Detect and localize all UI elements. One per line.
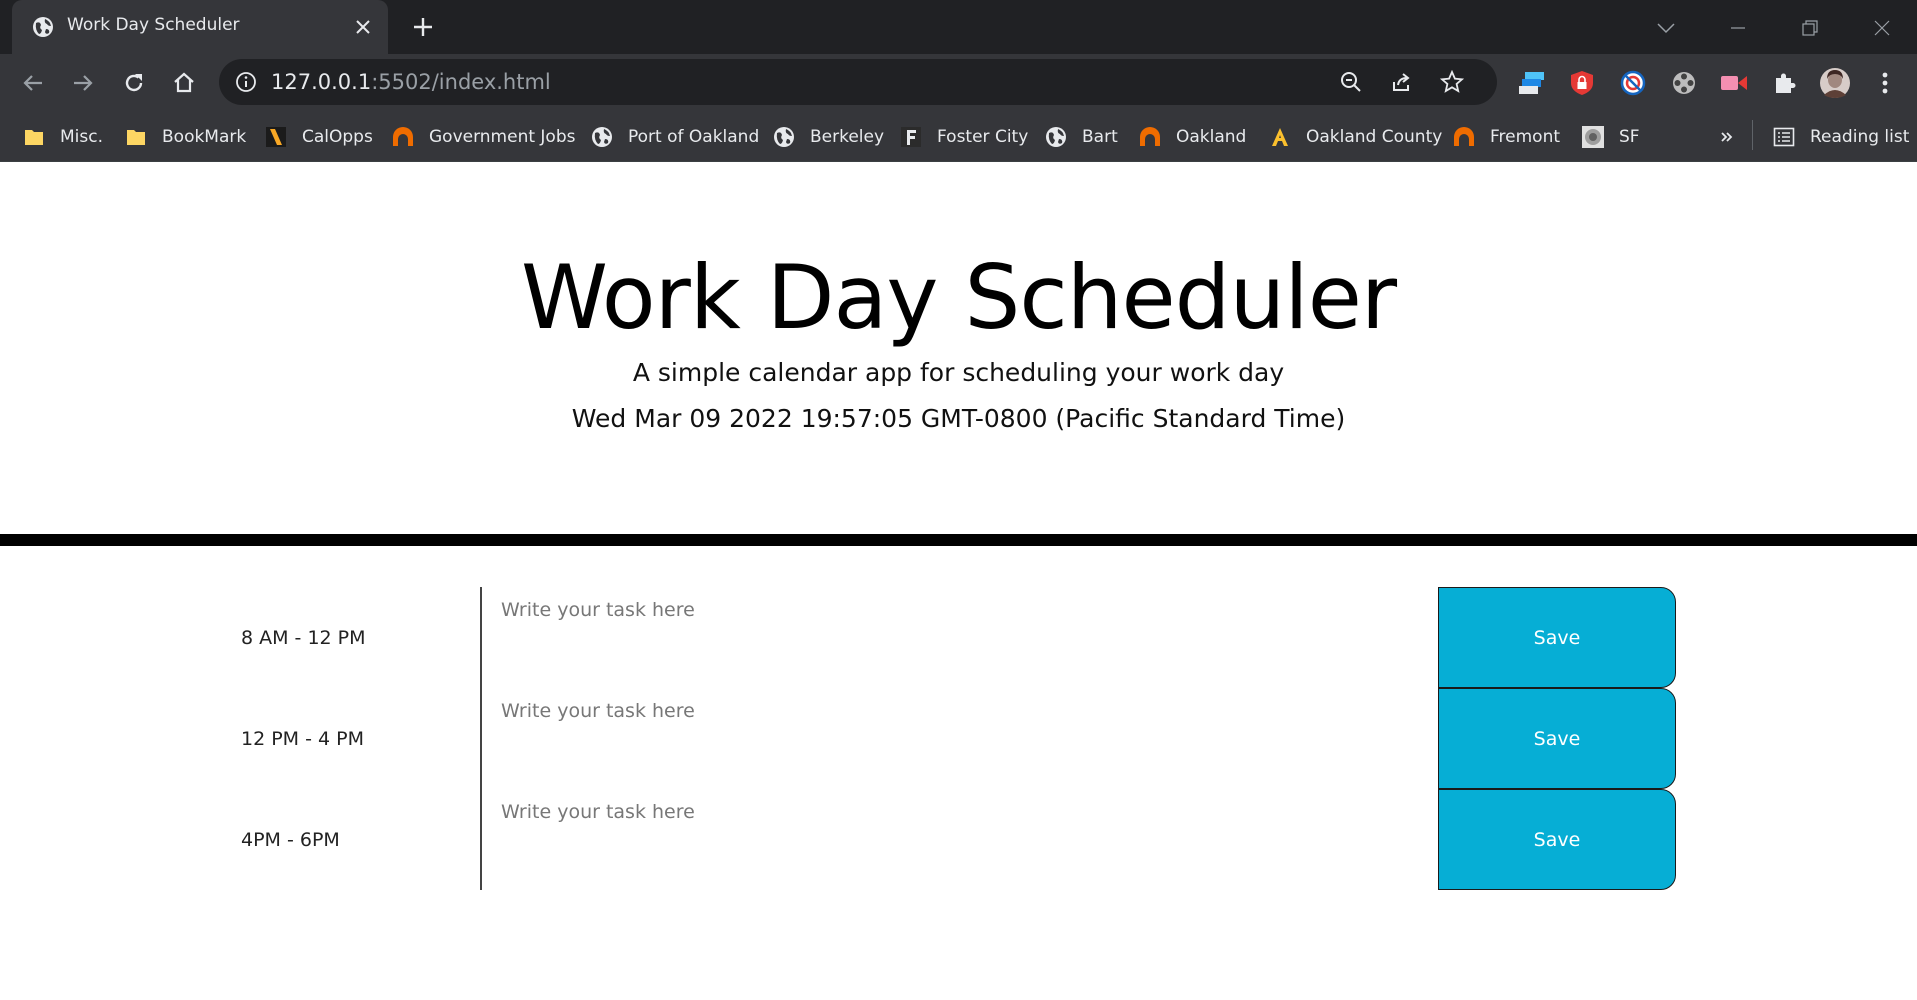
tab-strip: Work Day Scheduler <box>0 0 1917 54</box>
globe-icon <box>1044 125 1068 149</box>
bookmark-label: Oakland County <box>1306 127 1443 147</box>
task-input[interactable] <box>480 688 1435 789</box>
bookmark-label: BookMark <box>162 127 247 147</box>
close-window-icon[interactable] <box>1864 10 1900 46</box>
bookmark-berkeley[interactable]: Berkeley <box>772 124 884 150</box>
bookmark-label: Misc. <box>60 127 103 147</box>
bookmark-label: Berkeley <box>810 127 885 147</box>
url-path: :5502/index.html <box>371 70 551 94</box>
home-icon[interactable] <box>165 64 203 102</box>
reading-list-icon <box>1772 125 1796 149</box>
address-bar[interactable]: 127.0.0.1:5502/index.html <box>219 59 1497 105</box>
bookmark-port-of-oakland[interactable]: Port of Oakland <box>590 124 759 150</box>
extension-stack-icon[interactable] <box>1515 66 1549 100</box>
page-header: Work Day Scheduler A simple calendar app… <box>0 162 1917 534</box>
bookmark-label: SF <box>1619 127 1640 147</box>
bookmark-label: CalOpps <box>302 127 373 147</box>
site-info-icon[interactable] <box>233 69 259 95</box>
save-button[interactable]: Save <box>1438 587 1676 688</box>
share-icon[interactable] <box>1387 67 1417 97</box>
bookmark-label: Government Jobs <box>429 127 576 147</box>
bookmark-misc[interactable]: Misc. <box>22 124 103 150</box>
tab-search-icon[interactable] <box>1648 10 1684 46</box>
seal-icon <box>1581 125 1605 149</box>
hour-label: 12 PM - 4 PM <box>241 728 364 750</box>
bookmark-label: Foster City <box>937 127 1029 147</box>
url-host: 127.0.0.1 <box>271 70 372 94</box>
bookmarks-bar: Misc. BookMark CalOpps Government Jobs P… <box>0 112 1917 162</box>
f-letter-icon <box>899 125 923 149</box>
reload-icon[interactable] <box>115 64 153 102</box>
folder-icon <box>22 125 46 149</box>
globe-icon <box>772 125 796 149</box>
extensions-puzzle-icon[interactable] <box>1767 66 1801 100</box>
globe-icon <box>590 125 614 149</box>
bookmark-government-jobs[interactable]: Government Jobs <box>391 124 575 150</box>
save-button[interactable]: Save <box>1438 789 1676 890</box>
time-block-row: 4PM - 6PM Save <box>0 789 1917 890</box>
hour-label: 8 AM - 12 PM <box>241 627 366 649</box>
new-tab-icon[interactable] <box>407 11 439 43</box>
page-subtitle: A simple calendar app for scheduling you… <box>632 358 1285 387</box>
time-block-row: 12 PM - 4 PM Save <box>0 688 1917 789</box>
film-reel-icon[interactable] <box>1667 66 1701 100</box>
password-lock-icon[interactable] <box>1565 66 1599 100</box>
profile-avatar-icon[interactable] <box>1818 66 1852 100</box>
current-day: Wed Mar 09 2022 19:57:05 GMT-0800 (Pacif… <box>571 404 1346 433</box>
header-divider <box>0 534 1917 546</box>
tab-title: Work Day Scheduler <box>67 15 240 35</box>
minimize-icon[interactable] <box>1720 10 1756 46</box>
hour-label: 4PM - 6PM <box>241 829 340 851</box>
bookmark-bart[interactable]: Bart <box>1044 124 1118 150</box>
govjobs-icon <box>1138 125 1162 149</box>
page-title: Work Day Scheduler <box>520 246 1397 349</box>
url-text[interactable]: 127.0.0.1:5502/index.html <box>271 70 551 94</box>
folder-icon <box>124 125 148 149</box>
bookmark-star-icon[interactable] <box>1437 67 1467 97</box>
bookmark-label: Bart <box>1082 127 1118 147</box>
tab-close-icon[interactable] <box>349 13 377 41</box>
calopps-icon <box>264 125 288 149</box>
task-input[interactable] <box>480 789 1435 890</box>
more-menu-icon[interactable] <box>1868 66 1902 100</box>
zoom-icon[interactable] <box>1336 67 1366 97</box>
govjobs-icon <box>1452 125 1476 149</box>
a-letter-icon <box>1268 125 1292 149</box>
task-input[interactable] <box>480 587 1435 688</box>
bookmark-oakland-county[interactable]: Oakland County <box>1268 124 1442 150</box>
bookmarks-overflow-icon[interactable] <box>1720 124 1734 150</box>
bookmark-label: Oakland <box>1176 127 1247 147</box>
time-block-row: 8 AM - 12 PM Save <box>0 587 1917 688</box>
bookmark-label: Port of Oakland <box>628 127 760 147</box>
active-tab[interactable]: Work Day Scheduler <box>12 0 388 54</box>
restore-icon[interactable] <box>1792 10 1828 46</box>
bookmark-sf[interactable]: SF <box>1581 124 1640 150</box>
block-icon[interactable] <box>1616 66 1650 100</box>
bookmarks-separator <box>1752 120 1753 150</box>
schedule-container: 8 AM - 12 PM Save 12 PM - 4 PM Save 4PM … <box>0 587 1917 890</box>
govjobs-icon <box>391 125 415 149</box>
reading-list-button[interactable]: Reading list <box>1772 124 1909 150</box>
bookmark-label: Fremont <box>1490 127 1561 147</box>
bookmark-foster-city[interactable]: Foster City <box>899 124 1028 150</box>
back-icon[interactable] <box>14 64 52 102</box>
forward-icon[interactable] <box>64 64 102 102</box>
bookmark-bookmark[interactable]: BookMark <box>124 124 246 150</box>
save-button[interactable]: Save <box>1438 688 1676 789</box>
browser-toolbar: 127.0.0.1:5502/index.html <box>0 54 1917 112</box>
bookmark-fremont[interactable]: Fremont <box>1452 124 1560 150</box>
bookmark-calopps[interactable]: CalOpps <box>264 124 373 150</box>
globe-icon <box>31 15 55 39</box>
bookmark-oakland[interactable]: Oakland <box>1138 124 1246 150</box>
video-camera-icon[interactable] <box>1717 66 1751 100</box>
reading-list-label: Reading list <box>1810 127 1910 147</box>
